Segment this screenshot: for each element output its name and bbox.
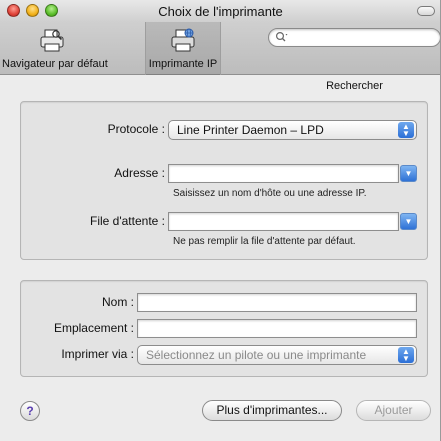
popup-arrows-icon: ▲ ▼ [398,122,414,138]
ip-printer-tab[interactable]: Imprimante IP [145,22,221,75]
search-icon [275,31,289,46]
queue-label: File d'attente : [90,214,165,228]
ip-printer-icon [170,28,196,57]
default-browser-label: Navigateur par défaut [2,58,108,70]
toolbar-toggle-button[interactable] [417,6,435,16]
protocol-popup[interactable]: Line Printer Daemon – LPD ▲ ▼ [168,120,417,140]
window-title: Choix de l'imprimante [158,4,283,19]
printer-info-group: Nom : Emplacement : Imprimer via : Sélec… [20,280,428,377]
default-printer-icon [39,28,65,57]
address-hint: Saisissez un nom d'hôte ou une adresse I… [173,188,367,199]
ip-settings-group: Protocole : Line Printer Daemon – LPD ▲ ▼… [20,101,428,260]
location-label: Emplacement : [53,321,134,335]
add-button[interactable]: Ajouter [356,400,431,421]
queue-combo-arrow-icon[interactable]: ▼ [400,213,417,230]
location-field[interactable] [137,319,417,338]
help-icon[interactable]: ? [20,401,40,421]
popup-arrows-icon: ▲ ▼ [398,347,414,363]
name-field[interactable] [137,293,417,312]
protocol-value: Line Printer Daemon – LPD [177,123,324,137]
address-combo-arrow-icon[interactable]: ▼ [400,165,417,182]
name-label: Nom : [101,295,134,309]
title-bar: Choix de l'imprimante [0,0,440,22]
print-using-popup[interactable]: Sélectionnez un pilote ou une imprimante… [137,345,417,365]
protocol-label: Protocole : [107,122,165,136]
default-browser-button[interactable]: Navigateur par défaut [2,22,108,75]
print-using-value: Sélectionnez un pilote ou une imprimante [146,348,367,362]
print-using-label: Imprimer via : [61,347,134,361]
search-label: Rechercher [326,80,383,92]
queue-field[interactable] [168,212,399,231]
ip-printer-label: Imprimante IP [148,58,218,70]
more-printers-button[interactable]: Plus d'imprimantes... [202,400,342,421]
printer-browser-window: Choix de l'imprimante Navigateur par déf… [0,0,441,441]
queue-hint: Ne pas remplir la file d'attente par déf… [173,236,356,247]
address-label: Adresse : [114,166,165,180]
toolbar: Navigateur par défaut Imprimante IP Rech… [0,22,440,92]
address-field[interactable] [168,164,399,183]
search-input[interactable] [268,28,440,47]
